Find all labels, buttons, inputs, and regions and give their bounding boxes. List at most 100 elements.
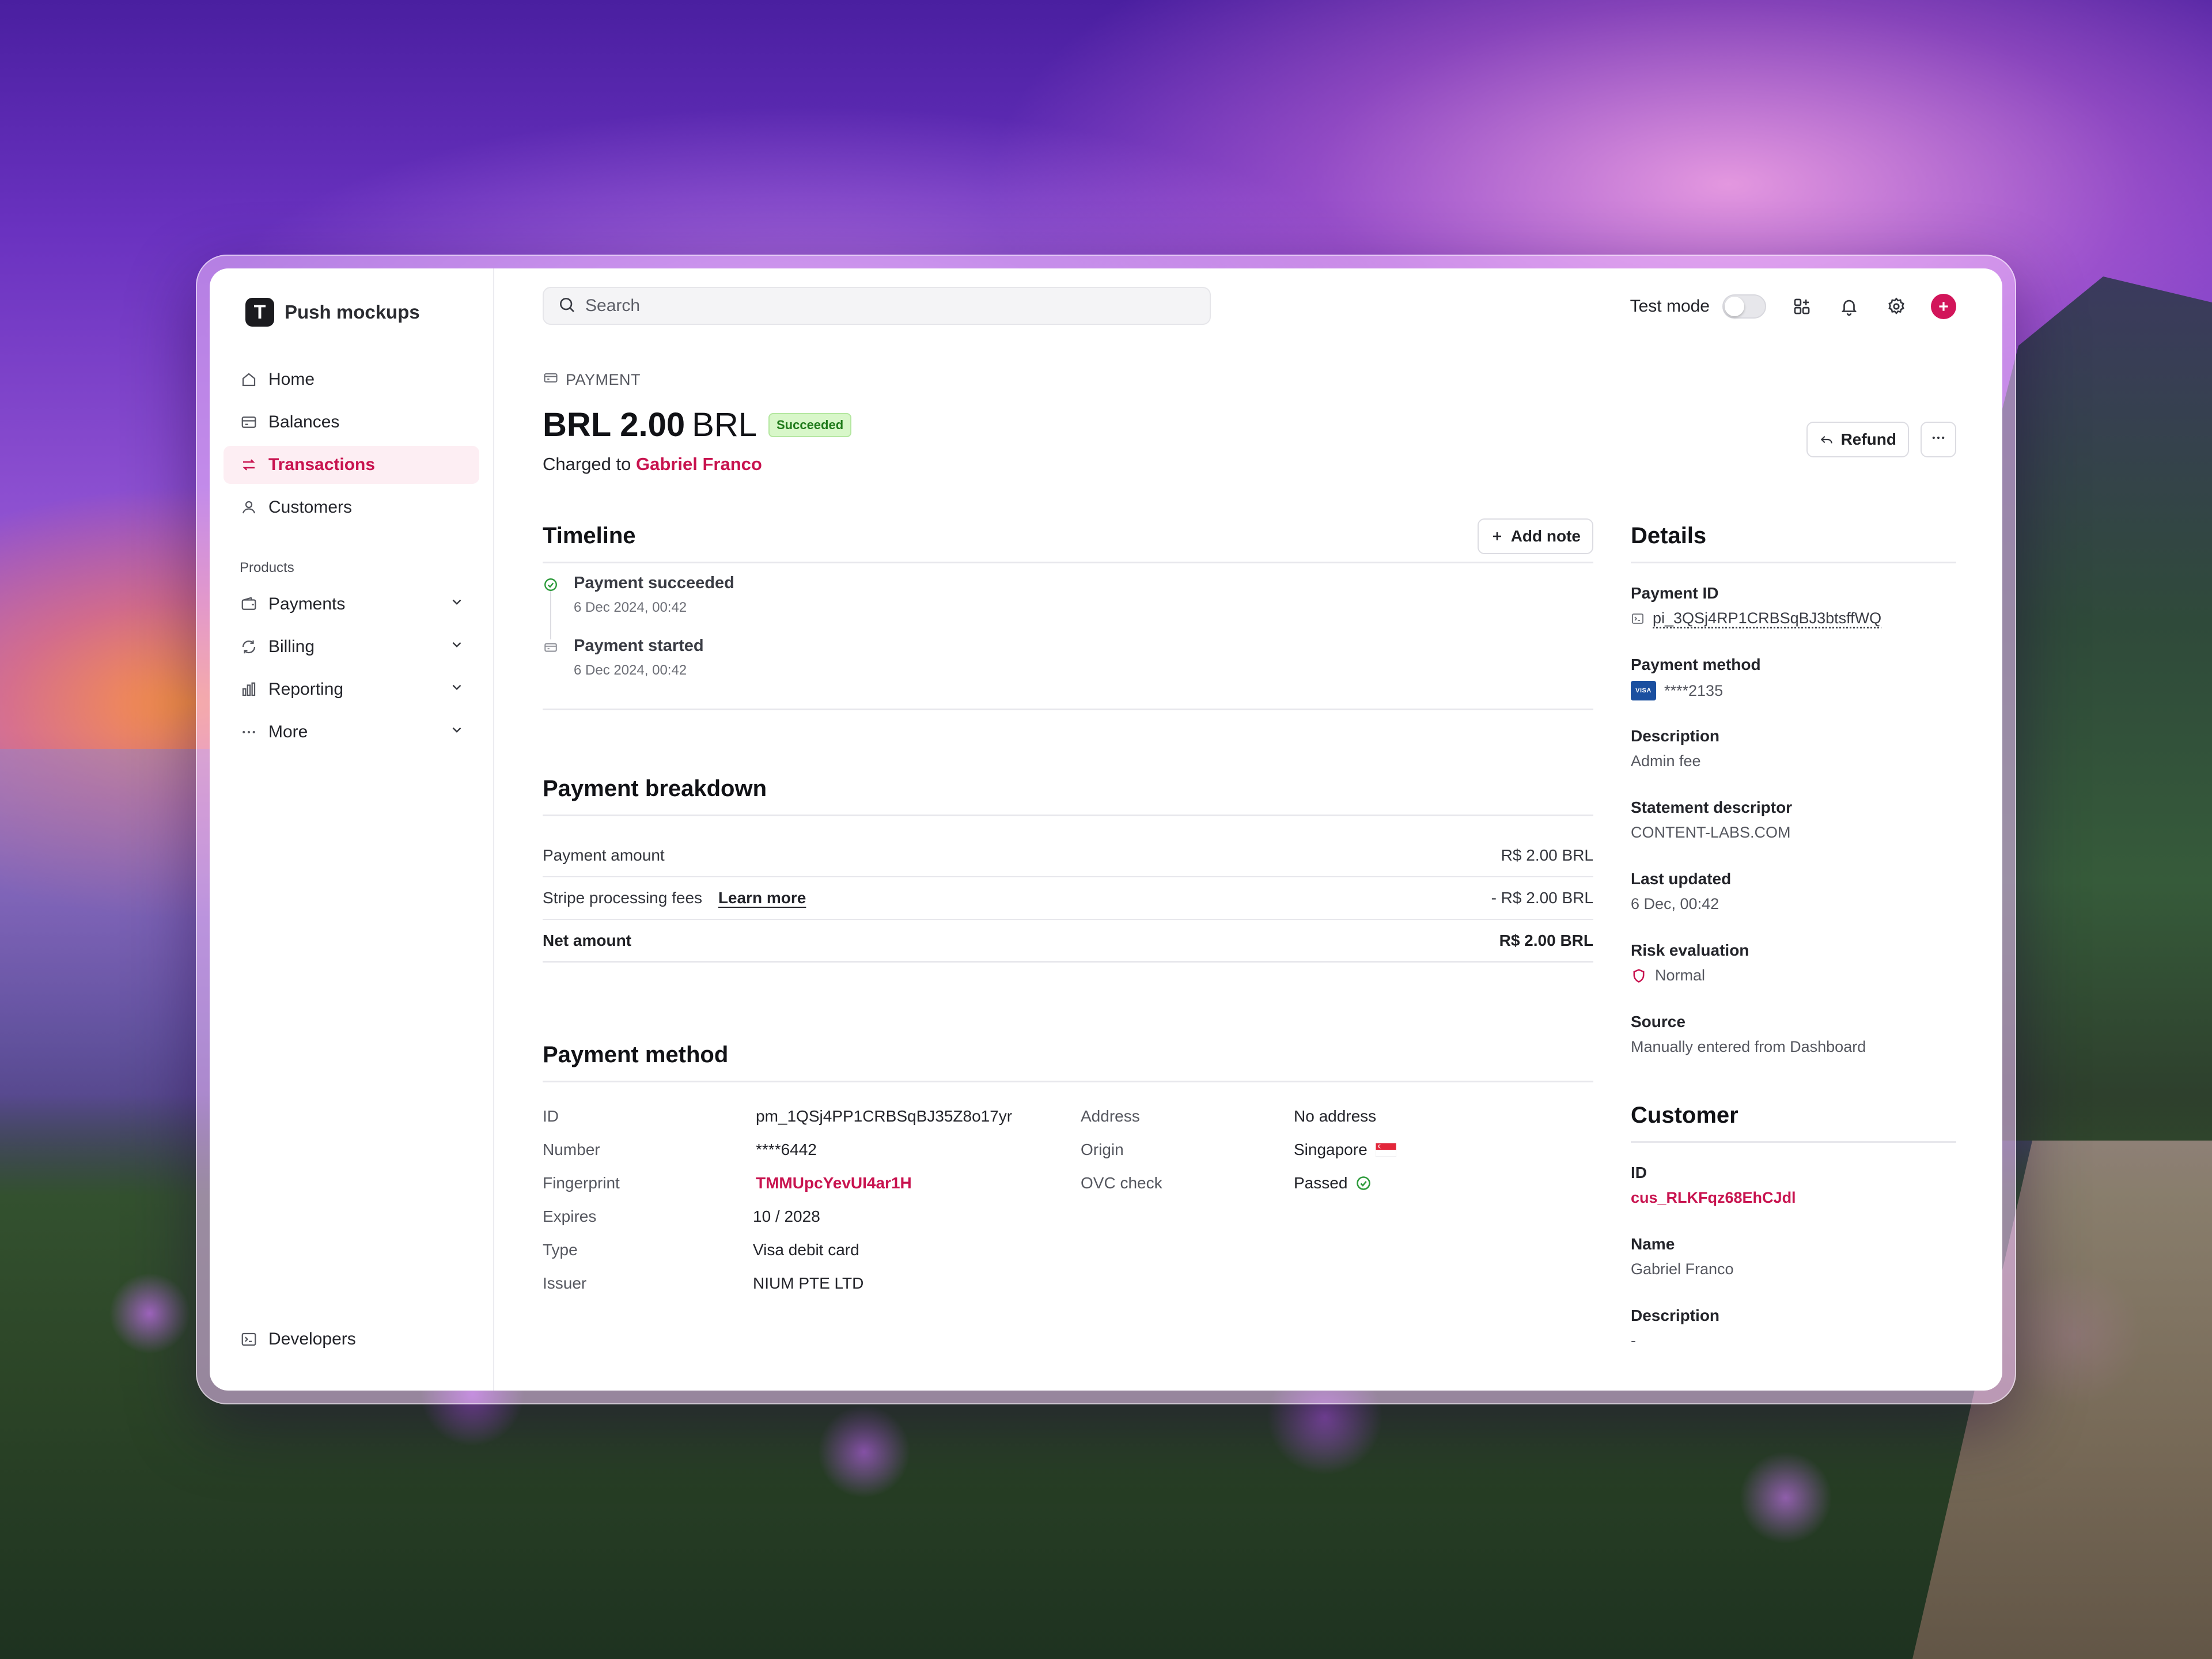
customer-list: ID cus_RLKFqz68EhCJdl Name Gabriel Franc… <box>1631 1143 1956 1378</box>
customer-id-link[interactable]: cus_RLKFqz68EhCJdl <box>1631 1189 1956 1207</box>
detail-label: Source <box>1631 1013 1685 1031</box>
payment-id-link[interactable]: pi_3QSj4RP1CRBSqBJ3btsffWQ <box>1653 609 1881 627</box>
detail-value: Gabriel Franco <box>1631 1260 1734 1278</box>
pm-value: Passed <box>1294 1174 1348 1192</box>
breakdown-row: Payment amount R$ 2.00 BRL <box>543 835 1593 877</box>
detail-label: Payment method <box>1631 656 1761 673</box>
transactions-icon <box>240 456 258 474</box>
more-icon <box>240 723 258 741</box>
timeline-item-time: 6 Dec 2024, 00:42 <box>574 600 687 615</box>
sidebar-item-transactions[interactable]: Transactions <box>224 446 479 484</box>
reply-arrow-icon <box>1819 432 1834 447</box>
payment-card-icon <box>543 370 559 390</box>
detail-value: VISA ****2135 <box>1631 681 1956 700</box>
chevron-down-icon[interactable] <box>449 680 464 699</box>
detail-label: Description <box>1631 1306 1720 1324</box>
timeline-item-time: 6 Dec 2024, 00:42 <box>574 662 687 678</box>
search-box[interactable] <box>543 287 1211 325</box>
sidebar-item-label: Billing <box>268 637 315 656</box>
detail-value: CONTENT-LABS.COM <box>1631 824 1791 841</box>
detail-value: - <box>1631 1332 1636 1349</box>
main-nav: Home Balances Transactions Customers <box>224 361 479 527</box>
gear-icon[interactable] <box>1884 294 1909 319</box>
detail-label: Risk evaluation <box>1631 941 1749 959</box>
breakdown-value: R$ 2.00 BRL <box>1501 846 1593 864</box>
sidebar-item-balances[interactable]: Balances <box>224 403 479 441</box>
terminal-icon <box>1631 612 1645 626</box>
sidebar-item-label: More <box>268 722 308 741</box>
chevron-down-icon[interactable] <box>449 722 464 742</box>
home-icon <box>240 370 258 389</box>
pm-value: Singapore <box>1294 1141 1368 1158</box>
right-column: Details Payment ID pi_3QSj4RP1CRBSqBJ3bt… <box>1631 510 1956 1378</box>
payment-method-section: Payment method ID pm_1QSj4PP1CRBSqBJ35Z8… <box>543 1029 1593 1307</box>
more-actions-button[interactable] <box>1921 422 1956 457</box>
sidebar-item-billing[interactable]: Billing <box>224 628 479 666</box>
details-title: Details <box>1631 523 1707 548</box>
pm-value: ****6442 <box>756 1141 817 1158</box>
check-circle-icon <box>543 577 559 592</box>
chevron-down-icon[interactable] <box>449 594 464 614</box>
chevron-down-icon[interactable] <box>449 637 464 657</box>
add-note-button[interactable]: Add note <box>1477 518 1593 554</box>
pm-label: OVC check <box>1081 1174 1162 1192</box>
bell-icon[interactable] <box>1836 294 1862 319</box>
customer-name: Name Gabriel Franco <box>1631 1235 1956 1306</box>
detail-value: Manually entered from Dashboard <box>1631 1038 1866 1055</box>
payment-method-header: Payment method <box>543 1029 1593 1082</box>
wallet-icon <box>240 595 258 613</box>
test-mode-toggle[interactable] <box>1722 294 1766 319</box>
kicker-label: PAYMENT <box>566 371 641 388</box>
breakdown-value: - R$ 2.00 BRL <box>1491 889 1593 907</box>
detail-payment-id: Payment ID pi_3QSj4RP1CRBSqBJ3btsffWQ <box>1631 584 1956 656</box>
breakdown-label: Stripe processing fees <box>543 889 703 907</box>
card-last4: ****2135 <box>1664 681 1724 699</box>
pm-label: Expires <box>543 1207 597 1225</box>
breakdown-title: Payment breakdown <box>543 776 767 801</box>
sidebar: T Push mockups Home Balances Transaction… <box>210 268 494 1391</box>
timeline-list: Payment succeeded 6 Dec 2024, 00:42 Paym… <box>543 563 1593 710</box>
products-section-label: Products <box>240 560 294 575</box>
brand[interactable]: T Push mockups <box>224 296 479 328</box>
fingerprint-link[interactable]: TMMUpcYevUI4ar1H <box>756 1174 912 1192</box>
sidebar-item-customers[interactable]: Customers <box>224 488 479 527</box>
customer-link[interactable]: Gabriel Franco <box>636 454 762 474</box>
refund-button[interactable]: Refund <box>1806 422 1909 457</box>
shield-icon <box>1631 968 1647 984</box>
learn-more-link[interactable]: Learn more <box>718 889 806 907</box>
timeline-item: Payment started 6 Dec 2024, 00:42 <box>543 637 1593 679</box>
sidebar-item-developers[interactable]: Developers <box>224 1320 479 1358</box>
breakdown-header: Payment breakdown <box>543 763 1593 816</box>
sidebar-item-payments[interactable]: Payments <box>224 585 479 623</box>
detail-value: 6 Dec, 00:42 <box>1631 895 1719 912</box>
timeline-title: Timeline <box>543 523 636 548</box>
pm-value: No address <box>1294 1107 1377 1125</box>
topbar: Test mode <box>494 268 2002 338</box>
timeline-item: Payment succeeded 6 Dec 2024, 00:42 <box>543 574 1593 616</box>
detail-label: Last updated <box>1631 870 1732 888</box>
sidebar-item-label: Developers <box>268 1330 356 1349</box>
topbar-actions: Test mode <box>1630 289 1956 324</box>
sidebar-item-home[interactable]: Home <box>224 361 479 399</box>
sidebar-item-label: Payments <box>268 594 346 613</box>
search-icon <box>558 296 576 317</box>
plus-icon <box>1490 529 1504 543</box>
sidebar-item-more[interactable]: More <box>224 713 479 751</box>
risk-value: Normal <box>1655 967 1706 984</box>
detail-payment-method: Payment method VISA ****2135 <box>1631 656 1956 727</box>
pm-row-id: ID pm_1QSj4PP1CRBSqBJ35Z8o17yr <box>543 1100 1012 1133</box>
apps-icon[interactable] <box>1789 294 1815 319</box>
customers-icon <box>240 498 258 517</box>
search-input[interactable] <box>585 296 1161 316</box>
detail-label: Name <box>1631 1235 1675 1253</box>
create-plus-icon[interactable] <box>1931 294 1956 319</box>
sidebar-item-reporting[interactable]: Reporting <box>224 671 479 709</box>
detail-risk-evaluation: Risk evaluation Normal <box>1631 941 1956 1013</box>
customer-header: Customer <box>1631 1090 1956 1143</box>
charged-to-prefix: Charged to <box>543 454 631 474</box>
detail-label: ID <box>1631 1164 1647 1181</box>
customer-title: Customer <box>1631 1103 1738 1128</box>
status-badge: Succeeded <box>768 412 852 437</box>
detail-last-updated: Last updated 6 Dec, 00:42 <box>1631 870 1956 941</box>
sidebar-item-label: Home <box>268 370 315 389</box>
